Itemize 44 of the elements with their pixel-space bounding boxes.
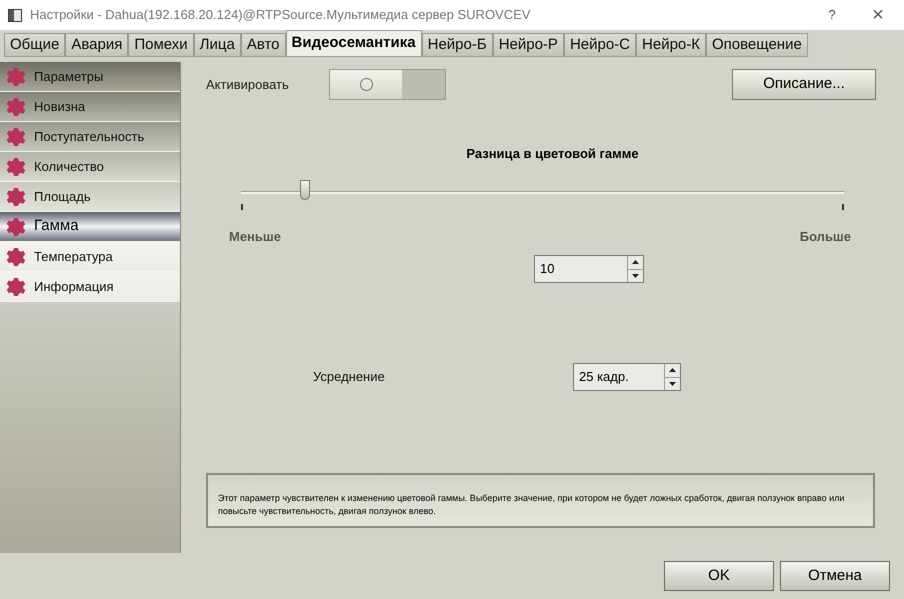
sidebar-item[interactable]: Температура [0, 242, 180, 272]
app-icon [8, 8, 22, 22]
averaging-label: Усреднение [313, 368, 386, 386]
tab[interactable]: Оповещение [706, 33, 808, 57]
tab[interactable]: Нейро-Б [422, 33, 493, 57]
gear-icon [6, 216, 26, 236]
gear-icon [6, 276, 26, 296]
activate-label: Активировать [206, 76, 290, 94]
sidebar-item[interactable]: Параметры [0, 62, 180, 92]
tab[interactable]: Лица [194, 33, 241, 57]
sidebar-item[interactable]: Количество [0, 152, 180, 182]
gear-icon [6, 126, 26, 146]
sidebar-item[interactable]: Информация [0, 272, 180, 302]
tab[interactable]: Нейро-Р [492, 33, 564, 57]
hint-text: Этот параметр чувствителен к изменению цветовой гаммы. Выберите значение, при котором не будет ложных сработок, двигая ползунок вправо или повысьте чувствительность, двигая ползунок влево. [218, 492, 846, 518]
tab[interactable]: Авария [65, 33, 128, 57]
max-label: Больше [800, 228, 851, 246]
sidebar-item[interactable]: Новизна [0, 92, 180, 122]
tab[interactable]: Общие [4, 33, 66, 57]
slider-title: Разница в цветовой гамме [466, 145, 639, 163]
window-title: Настройки - Dahua(192.168.20.124)@RTPSource.Мультимедиа сервер SUROVCEV [30, 6, 530, 24]
slider-thumb[interactable] [300, 180, 310, 200]
dialog-button[interactable]: OK [664, 561, 774, 591]
gear-icon [6, 66, 26, 86]
spin-box[interactable]: 10 [534, 255, 644, 283]
description-button[interactable]: Описание... [732, 69, 876, 100]
tab[interactable]: Нейро-К [636, 33, 706, 57]
sidebar-item[interactable]: Площадь [0, 182, 180, 212]
close-button[interactable]: × [855, 0, 901, 30]
tab[interactable]: Видеосемантика [286, 30, 422, 57]
gear-icon [6, 246, 26, 266]
sidebar-item[interactable]: Поступательность [0, 122, 180, 152]
gear-icon [6, 186, 26, 206]
toggle-switch[interactable] [329, 69, 446, 100]
help-button[interactable]: ? [809, 0, 855, 30]
min-label: Меньше [229, 228, 281, 246]
sidebar-item[interactable]: Гамма [0, 212, 180, 242]
tab[interactable]: Нейро-С [564, 33, 636, 57]
tab[interactable]: Помехи [128, 33, 194, 57]
gear-icon [6, 156, 26, 176]
gear-icon [6, 96, 26, 116]
tab[interactable]: Авто [240, 33, 286, 57]
dialog-button[interactable]: Отмена [780, 561, 890, 591]
spin-box[interactable]: 25 кадр. [573, 363, 681, 391]
